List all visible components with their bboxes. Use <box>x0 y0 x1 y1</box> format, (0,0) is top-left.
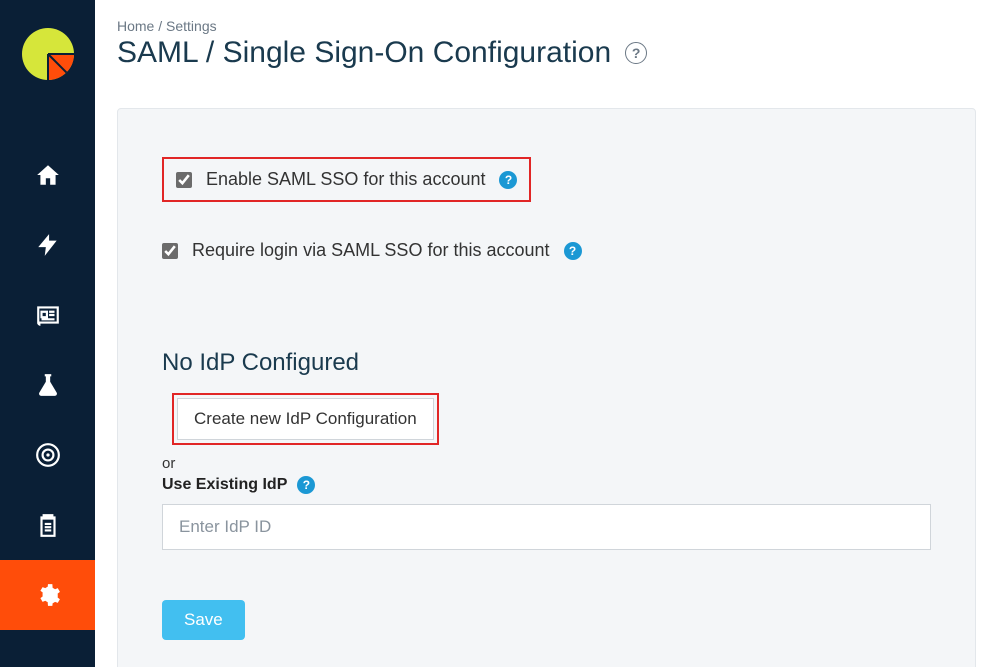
create-idp-highlight: Create new IdP Configuration <box>172 393 439 445</box>
save-button[interactable]: Save <box>162 600 245 640</box>
nav-list <box>0 140 95 630</box>
use-existing-label: Use Existing IdP <box>162 476 287 494</box>
nav-item-clipboard[interactable] <box>0 490 95 560</box>
enable-sso-row: Enable SAML SSO for this account ? <box>176 169 517 190</box>
help-icon[interactable]: ? <box>297 476 315 494</box>
help-icon[interactable]: ? <box>564 242 582 260</box>
page-title: SAML / Single Sign-On Configuration <box>117 36 611 70</box>
idp-heading: No IdP Configured <box>162 349 931 377</box>
flask-icon <box>35 372 61 398</box>
enable-sso-label: Enable SAML SSO for this account <box>206 169 485 190</box>
page-title-row: SAML / Single Sign-On Configuration ? <box>117 36 976 70</box>
require-sso-row: Require login via SAML SSO for this acco… <box>162 230 931 271</box>
target-icon <box>35 442 61 468</box>
enable-sso-highlight: Enable SAML SSO for this account ? <box>162 157 531 202</box>
news-icon <box>35 302 61 328</box>
breadcrumb-settings[interactable]: Settings <box>166 18 217 34</box>
breadcrumb-home[interactable]: Home <box>117 18 154 34</box>
create-idp-button[interactable]: Create new IdP Configuration <box>177 398 434 440</box>
gear-icon <box>35 582 61 608</box>
require-sso-label: Require login via SAML SSO for this acco… <box>192 240 550 261</box>
breadcrumb: Home / Settings <box>117 18 976 34</box>
home-icon <box>35 162 61 188</box>
app-logo <box>22 28 74 80</box>
require-sso-checkbox[interactable] <box>162 243 178 259</box>
main-content: Home / Settings SAML / Single Sign-On Co… <box>95 0 998 667</box>
help-icon[interactable]: ? <box>499 171 517 189</box>
nav-item-goals[interactable] <box>0 420 95 490</box>
nav-item-experiments[interactable] <box>0 350 95 420</box>
use-existing-row: Use Existing IdP ? <box>162 476 931 494</box>
or-text: or <box>162 455 931 472</box>
settings-panel: Enable SAML SSO for this account ? Requi… <box>117 108 976 667</box>
nav-item-reports[interactable] <box>0 280 95 350</box>
idp-id-input[interactable] <box>162 504 931 550</box>
nav-item-settings[interactable] <box>0 560 95 630</box>
nav-item-home[interactable] <box>0 140 95 210</box>
breadcrumb-separator: / <box>154 18 166 34</box>
help-icon[interactable]: ? <box>625 42 647 64</box>
sidebar <box>0 0 95 667</box>
nav-item-activity[interactable] <box>0 210 95 280</box>
clipboard-icon <box>35 512 61 538</box>
enable-sso-checkbox[interactable] <box>176 172 192 188</box>
bolt-icon <box>35 232 61 258</box>
